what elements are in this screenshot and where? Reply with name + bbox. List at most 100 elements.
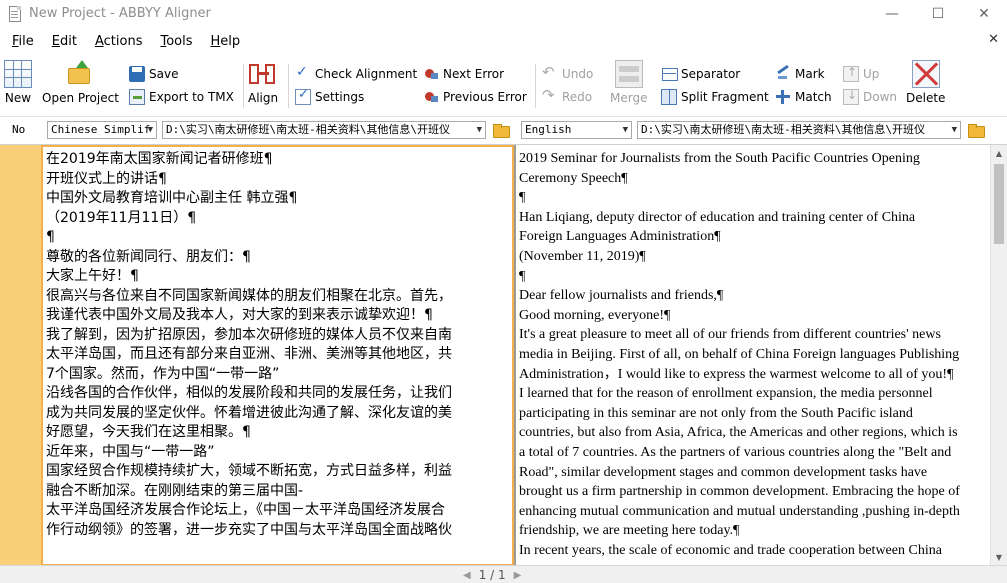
- menu-tools[interactable]: Tools: [154, 34, 198, 49]
- source-text-line: 开班仪式上的讲话¶: [46, 170, 167, 187]
- save-button[interactable]: Save: [129, 66, 178, 82]
- delete-button[interactable]: Delete: [906, 60, 945, 105]
- new-button[interactable]: New: [4, 60, 32, 105]
- split-fragment-button[interactable]: Split Fragment: [661, 89, 769, 105]
- undo-button[interactable]: Undo: [542, 63, 593, 82]
- target-text-pane[interactable]: 2019 Seminar for Journalists from the So…: [516, 145, 990, 566]
- save-icon: [129, 66, 145, 82]
- target-text-line: friendship, we are meeting here today.¶: [519, 523, 740, 539]
- target-text-line: Road", similar development stages and co…: [519, 464, 928, 480]
- window-title: New Project - ABBYY Aligner: [29, 6, 211, 21]
- source-text-line: 沿线各国的合作伙伴，相似的发展阶段和共同的发展任务，让我们: [46, 385, 452, 401]
- left-browse-folder-icon[interactable]: [493, 124, 510, 138]
- maximize-button[interactable]: ☐: [915, 0, 961, 27]
- merge-button[interactable]: Merge: [610, 60, 647, 105]
- source-text-line: 我谨代表中国外文局及我本人，对大家的到来表示诚挚欢迎！¶: [46, 307, 433, 323]
- menu-actions[interactable]: Actions: [89, 34, 149, 49]
- document-selector-row: No Chinese Simplif ▼ D:\实习\南太研修班\南太班-相关资料…: [0, 116, 1007, 142]
- separator-icon: [661, 66, 678, 82]
- source-text-line: 近年来，中国与“一带一路”: [46, 443, 215, 460]
- split-fragment-icon: [661, 89, 677, 105]
- vertical-scrollbar[interactable]: ▲ ▼: [990, 145, 1007, 566]
- settings-button[interactable]: Settings: [295, 87, 364, 105]
- target-text-line: I learned that for the reason of enrollm…: [519, 386, 933, 402]
- mark-icon: [775, 66, 791, 82]
- target-text-line: Ceremony Speech¶: [519, 170, 628, 186]
- source-text-pane[interactable]: 在2019年南太国家新闻记者研修班¶ 开班仪式上的讲话¶ 中国外文局教育培训中心副主…: [41, 145, 514, 566]
- redo-icon: [542, 86, 558, 105]
- target-text-line: a total of 7 countries. As the partners …: [519, 444, 952, 460]
- target-text-line: countries, but also from Asia, Africa, t…: [519, 425, 958, 441]
- settings-checkbox-icon: [295, 87, 311, 105]
- target-text-line: 2019 Seminar for Journalists from the So…: [519, 151, 920, 166]
- scroll-thumb[interactable]: [994, 164, 1004, 244]
- separator-button[interactable]: Separator: [661, 66, 740, 82]
- source-text-line: 融合不断加深。在刚刚结束的第三届中国-: [46, 482, 304, 499]
- status-bar: ◀ 1 / 1 ▶: [0, 565, 1007, 583]
- chevron-down-icon: ▼: [147, 125, 153, 135]
- export-icon: [129, 89, 145, 105]
- redo-button[interactable]: Redo: [542, 86, 592, 105]
- check-alignment-button[interactable]: Check Alignment: [295, 64, 417, 82]
- match-icon: [775, 89, 791, 105]
- open-project-button[interactable]: Open Project: [42, 60, 119, 105]
- source-text-line: 太平洋岛国，而且还有部分来自亚洲、非洲、美洲等其他地区，共: [46, 346, 452, 362]
- page-indicator: 1 / 1: [478, 568, 506, 582]
- close-button[interactable]: ✕: [961, 0, 1007, 27]
- source-text-line: 在2019年南太国家新闻记者研修班¶: [46, 151, 273, 167]
- target-text-line: Dear fellow journalists and friends,¶: [519, 288, 724, 304]
- right-file-path[interactable]: D:\实习\南太研修班\南太班-相关资料\其他信息\开班仪 ▼: [637, 121, 961, 139]
- target-text-line: participating in this seminar are not on…: [519, 405, 913, 421]
- menu-help[interactable]: Help: [205, 34, 247, 49]
- source-text-line: 中国外文局教育培训中心副主任 韩立强¶: [46, 190, 298, 206]
- previous-page-icon[interactable]: ◀: [463, 570, 471, 581]
- source-text-line: 作行动纲领》的签署，进一步充实了中国与太平洋岛国全面战略伙: [46, 521, 452, 538]
- previous-error-icon: [423, 89, 439, 105]
- target-text-line: (November 11, 2019)¶: [519, 248, 646, 264]
- target-text-line: ¶: [519, 268, 526, 284]
- source-text-line: ¶: [46, 229, 55, 245]
- target-text-line: brought us a firm partnership in common …: [519, 484, 960, 500]
- target-text-line: media in Beijing. First of all, on behal…: [519, 346, 960, 362]
- target-text-line: Good morning, everyone!¶: [519, 307, 671, 323]
- target-text-line: enhancing mutual communication and mutua…: [519, 503, 960, 519]
- right-language-select[interactable]: English ▼: [521, 121, 632, 139]
- merge-icon: [614, 60, 643, 88]
- right-browse-folder-icon[interactable]: [968, 124, 985, 138]
- delete-icon: [911, 60, 940, 88]
- source-text-line: 尊敬的各位新闻同行、朋友们：¶: [46, 248, 251, 265]
- mark-button[interactable]: Mark: [775, 66, 825, 82]
- export-tmx-button[interactable]: Export to TMX: [129, 89, 234, 105]
- menu-file[interactable]: File: [6, 34, 40, 49]
- target-text-line: In recent years, the scale of economic a…: [519, 542, 942, 558]
- left-language-select[interactable]: Chinese Simplif ▼: [47, 121, 157, 139]
- number-column-header: No: [12, 123, 26, 136]
- fragment-number-gutter[interactable]: [0, 145, 41, 566]
- next-page-icon[interactable]: ▶: [514, 570, 522, 581]
- minimize-button[interactable]: —: [869, 0, 915, 27]
- left-file-path[interactable]: D:\实习\南太研修班\南太班-相关资料\其他信息\开班仪 ▼: [162, 121, 486, 139]
- down-button[interactable]: Down: [843, 88, 897, 105]
- target-text-line: It's a great pleasure to meet all of our…: [519, 327, 941, 343]
- up-button[interactable]: Up: [843, 65, 879, 82]
- target-text-line: Foreign Languages Administration¶: [519, 229, 721, 245]
- match-button[interactable]: Match: [775, 89, 832, 105]
- check-alignment-icon: [295, 64, 311, 82]
- source-text-line: 国家经贸合作规模持续扩大，领域不断拓宽，方式日益多样，利益: [46, 463, 452, 479]
- align-button[interactable]: Align: [248, 60, 278, 105]
- document-close-button[interactable]: ✕: [988, 32, 999, 47]
- scroll-down-icon[interactable]: ▼: [991, 549, 1007, 566]
- next-error-icon: [423, 66, 439, 82]
- alignment-grid: 在2019年南太国家新闻记者研修班¶ 开班仪式上的讲话¶ 中国外文局教育培训中心副主…: [0, 144, 1007, 566]
- next-error-button[interactable]: Next Error: [423, 66, 504, 82]
- chevron-down-icon: ▼: [622, 125, 628, 135]
- chevron-down-icon: ▼: [949, 122, 957, 138]
- align-icon: [249, 60, 277, 88]
- target-text-line: Administration，I would like to express t…: [519, 366, 954, 382]
- scroll-up-icon[interactable]: ▲: [991, 145, 1007, 162]
- previous-error-button[interactable]: Previous Error: [423, 89, 527, 105]
- toolbar: New Open Project Save Export to TMX Alig…: [0, 58, 1007, 112]
- menu-edit[interactable]: Edit: [46, 34, 83, 49]
- source-text-line: 我了解到，因为扩招原因，参加本次研修班的媒体人员不仅来自南: [46, 326, 452, 343]
- move-up-icon: [843, 65, 859, 82]
